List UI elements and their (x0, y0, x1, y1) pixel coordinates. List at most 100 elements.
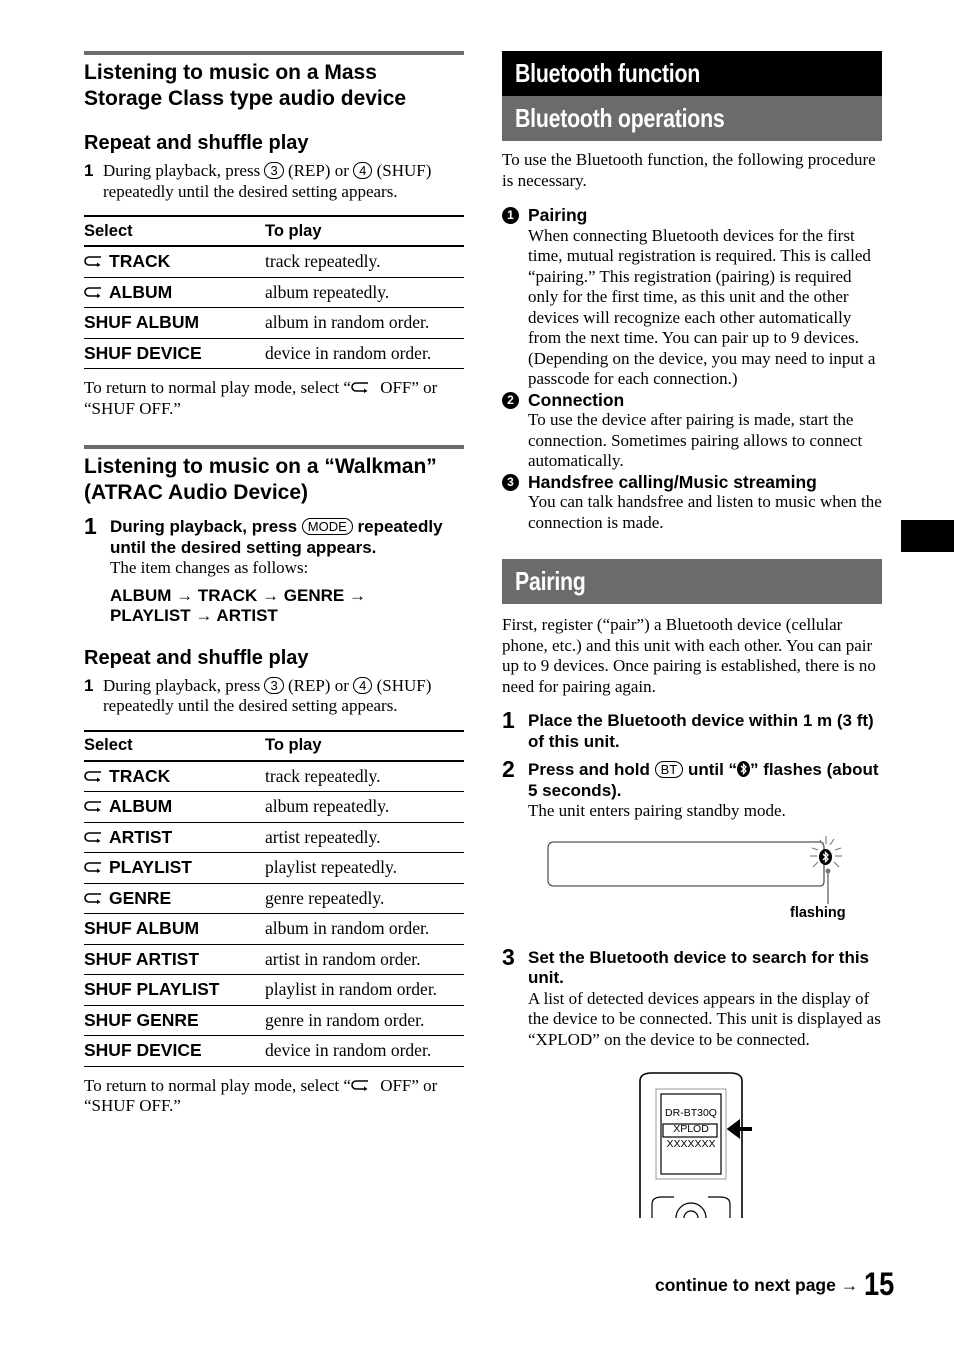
table-row: ALBUM album repeatedly. (84, 277, 464, 308)
table-row: TRACK track repeatedly. (84, 246, 464, 278)
mode-sequence: ALBUM → TRACK → GENRE → PLAYLIST → ARTIS… (110, 585, 366, 626)
select-cell: ALBUM (84, 791, 265, 823)
section-title-walkman: Listening to music on a “Walkman” (ATRAC… (84, 455, 437, 504)
to-play-cell: artist repeatedly. (265, 822, 464, 853)
key-4-button: 4 (353, 162, 373, 179)
section-rule (84, 445, 464, 449)
return-note: To return to normal play mode, select “ … (84, 378, 438, 418)
select-cell: SHUF DEVICE (84, 1035, 265, 1067)
pairing-intro: First, register (“pair”) a Bluetooth dev… (502, 615, 876, 696)
page-number: 15 (864, 1266, 895, 1302)
mode-table-walkman: Select To play TRACK track repeatedly. ALB… (84, 729, 464, 1067)
phone-figure: DR-BT30Q XPLOD XXXXXXX (502, 1067, 882, 1227)
right-column: Bluetooth function Bluetooth operations … (502, 51, 882, 1227)
repeat-icon (84, 801, 101, 813)
continue-to-next-page: continue to next page → (655, 1275, 859, 1295)
table-row: ALBUM album repeatedly. (84, 791, 464, 823)
to-play-cell: playlist repeatedly. (265, 852, 464, 884)
phone-list-item: DR-BT30Q (665, 1107, 717, 1119)
subheading-repeat-shuffle-2: Repeat and shuffle play (84, 646, 309, 669)
to-play-cell: album repeatedly. (265, 277, 464, 308)
step-1: 1 During playback, press 3 (REP) or 4 (S… (84, 675, 432, 716)
repeat-icon (84, 831, 101, 843)
to-play-cell: track repeatedly. (265, 246, 464, 278)
mode-table-mass-storage: Select To play TRACK track repeatedly. ALB… (84, 215, 464, 369)
table-row: SHUF ALBUM album in random order. (84, 913, 464, 945)
column-header-to-play: To play (265, 729, 464, 762)
column-header-select: Select (84, 729, 265, 762)
step-1: 1 During playback, press 3 (REP) or 4 (S… (84, 161, 432, 201)
select-cell: TRACK (84, 760, 265, 792)
select-cell: ALBUM (84, 277, 265, 308)
to-play-cell: device in random order. (265, 1035, 464, 1067)
procedure-item-pairing: 1 Pairing When connecting Bluetooth devi… (502, 205, 882, 390)
step-number: 2 (502, 756, 515, 782)
return-note: To return to normal play mode, select “ … (84, 1075, 438, 1116)
repeat-icon (84, 892, 101, 904)
circled-number-icon: 1 (502, 207, 519, 224)
table-row: GENRE genre repeatedly. (84, 883, 464, 914)
key-3-button: 3 (264, 676, 284, 694)
pairing-step-1: 1 Place the Bluetooth device within 1 m … (502, 707, 874, 751)
select-cell: TRACK (84, 246, 265, 278)
repeat-icon (84, 256, 101, 268)
to-play-cell: album in random order. (265, 307, 464, 339)
to-play-cell: album repeatedly. (265, 791, 464, 823)
repeat-icon (84, 770, 101, 782)
table-row: SHUF PLAYLIST playlist in random order. (84, 974, 464, 1006)
table-row: ARTIST artist repeatedly. (84, 822, 464, 853)
to-play-cell: device in random order. (265, 338, 464, 369)
to-play-cell: track repeatedly. (265, 760, 464, 792)
table-header-row: Select To play (84, 729, 464, 762)
display-figure: flashing (502, 822, 882, 940)
to-play-cell: playlist in random order. (265, 974, 464, 1006)
table-body: TRACK track repeatedly. ALBUM album repeate… (84, 760, 464, 1067)
section-rule (84, 51, 464, 55)
section-title-mass-storage: Listening to music on a Mass Storage Cla… (84, 61, 407, 110)
intro-paragraph: To use the Bluetooth function, the follo… (502, 150, 876, 190)
procedure-item-handsfree: 3 Handsfree calling/Music streaming You … (502, 472, 882, 534)
procedure-item-connection: 2 Connection To use the device after pai… (502, 390, 882, 472)
table-row: SHUF ARTIST artist in random order. (84, 944, 464, 975)
repeat-icon (84, 286, 101, 298)
table-row: TRACK track repeatedly. (84, 760, 464, 792)
phone-list-item-selected: XPLOD (673, 1123, 709, 1135)
key-4-button: 4 (353, 676, 373, 694)
step-1-mode: 1 During playback, press MODE repeatedly… (84, 513, 464, 627)
to-play-cell: genre repeatedly. (265, 883, 464, 914)
mode-key-button: MODE (301, 518, 353, 535)
table-row: SHUF ALBUM album in random order. (84, 307, 464, 339)
procedure-list: 1 Pairing When connecting Bluetooth devi… (502, 205, 882, 533)
table-row: SHUF GENRE genre in random order. (84, 1005, 464, 1036)
to-play-cell: album in random order. (265, 913, 464, 945)
step-number: 1 (84, 161, 94, 180)
chapter-side-tab (901, 520, 954, 552)
bluetooth-icon (737, 761, 751, 777)
table-row: SHUF DEVICE device in random order. (84, 1035, 464, 1067)
circled-number-icon: 3 (502, 473, 519, 491)
select-cell: SHUF ALBUM (84, 913, 265, 945)
column-header-to-play: To play (265, 215, 464, 247)
select-cell: GENRE (84, 883, 265, 914)
bt-key-button: BT (654, 761, 684, 778)
step-number: 1 (502, 707, 515, 733)
select-cell: SHUF DEVICE (84, 338, 265, 369)
table-header-row: Select To play (84, 215, 464, 247)
left-column: Listening to music on a Mass Storage Cla… (84, 51, 464, 1117)
step-number: 3 (502, 943, 515, 970)
repeat-icon (84, 862, 101, 874)
repeat-icon (351, 1079, 368, 1091)
to-play-cell: genre in random order. (265, 1005, 464, 1036)
phone-list-item: XXXXXXX (666, 1138, 716, 1150)
flashing-label: flashing (790, 904, 846, 921)
select-cell: SHUF GENRE (84, 1005, 265, 1036)
chapter-title-bar: Bluetooth function (502, 51, 882, 96)
select-cell: PLAYLIST (84, 852, 265, 884)
select-cell: ARTIST (84, 822, 265, 853)
to-play-cell: artist in random order. (265, 944, 464, 975)
select-cell: SHUF ARTIST (84, 944, 265, 975)
circled-number-icon: 2 (502, 391, 519, 409)
step-number: 1 (84, 513, 97, 539)
pairing-step-2: 2 Press and hold BT until “” flashes (ab… (502, 756, 879, 820)
column-header-select: Select (84, 215, 265, 247)
